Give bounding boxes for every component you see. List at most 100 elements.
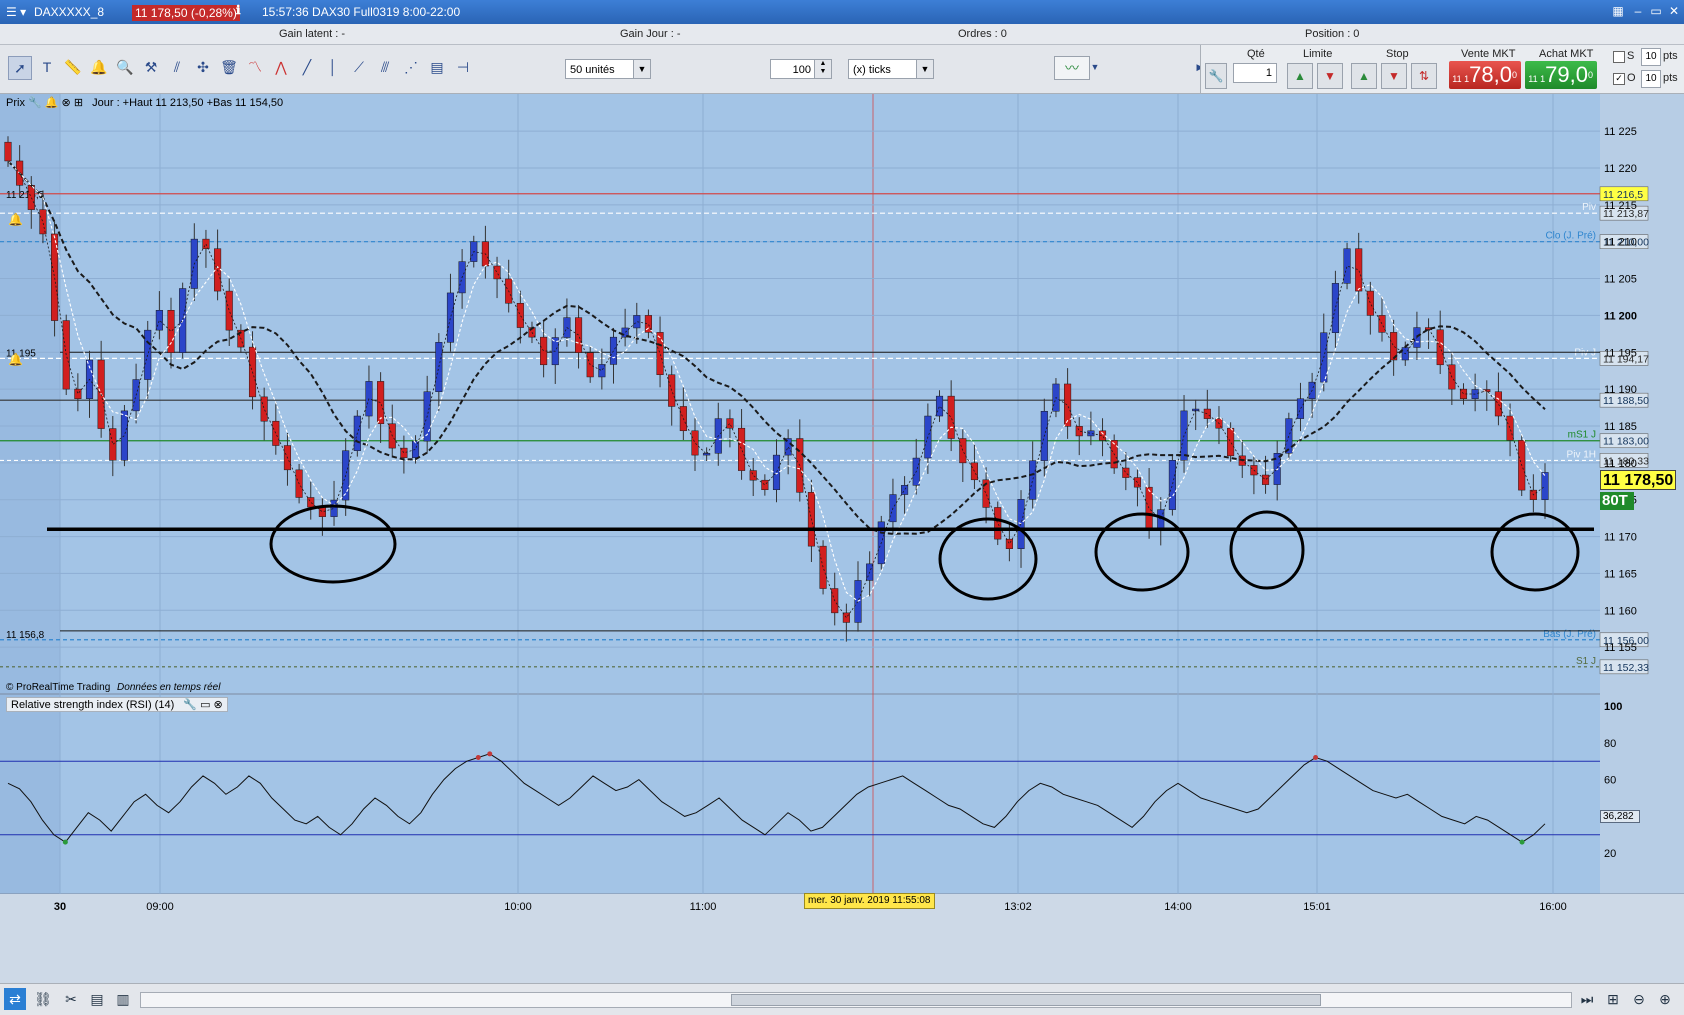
fibonacci-icon[interactable]: 〽 (244, 56, 266, 78)
candle-body (819, 545, 827, 589)
rsi-panel-label[interactable]: Relative strength index (RSI) (14) (11, 699, 174, 711)
orders-count[interactable]: Ordres : 0 (958, 28, 1007, 40)
candle-body (39, 209, 47, 235)
pointer-icon[interactable]: ➚ (8, 56, 32, 80)
wrench-icon[interactable]: 🔧 (28, 97, 42, 109)
ticks-select[interactable]: (x) ticks ▼ (848, 59, 934, 79)
chart-area[interactable]: 11 216,5 11 213,87 Piv 11 210,00 Clo (J. Pré… (0, 94, 1684, 984)
text-tool-icon[interactable]: T (36, 56, 58, 78)
rsi-current-value: 36,282 (1600, 810, 1640, 823)
fan-icon[interactable]: ⋰ (400, 56, 422, 78)
info-icon[interactable]: ℹ (236, 3, 241, 17)
ruler-icon[interactable]: 📏 (62, 56, 84, 78)
zoom-in-icon[interactable]: ⊕ (1654, 988, 1676, 1010)
ray-icon[interactable]: ⟋ (348, 56, 370, 78)
wrench-icon[interactable]: 🔧 (1205, 63, 1227, 89)
layout-icon[interactable]: ▦ (1610, 3, 1626, 19)
chevron-down-icon[interactable]: ▼ (1088, 56, 1102, 78)
channel-icon[interactable]: ⫽ (166, 56, 188, 78)
stepper-arrows-icon[interactable]: ▲ ▼ (814, 60, 831, 78)
close-icon[interactable]: ⊗ (62, 97, 71, 109)
candle-body (691, 430, 699, 456)
ticks-select-value: (x) ticks (853, 64, 891, 76)
stop-limit-button[interactable]: ⇅ (1411, 63, 1437, 89)
horizontal-line-icon[interactable]: ⊣ (452, 56, 474, 78)
pattern-icon[interactable]: ⋀ (270, 56, 292, 78)
close-icon[interactable]: ⊗ (214, 699, 223, 711)
stop-buy-button[interactable]: ▲ (1351, 63, 1377, 89)
objective-checkbox[interactable]: ✓ (1613, 73, 1625, 85)
objective-pts-input[interactable]: 10 (1641, 70, 1661, 88)
candle-body (633, 315, 641, 329)
minimize-icon[interactable]: – (1630, 3, 1646, 19)
scroll-right-end-icon[interactable]: ⏭ (1576, 988, 1598, 1010)
x-tick-label: 10:00 (504, 901, 532, 913)
instrument-name[interactable]: DAXXXXX_8 (34, 5, 104, 19)
stop-pts-input[interactable]: 10 (1641, 48, 1661, 66)
copyright-text: © ProRealTime Trading (6, 682, 111, 693)
window-icon[interactable]: ▭ (200, 699, 210, 711)
columns-icon[interactable]: ▥ (112, 988, 134, 1010)
gain-jour: Gain Jour : - (620, 28, 681, 40)
candle-body (1366, 290, 1374, 316)
limit-sell-button[interactable]: ▼ (1317, 63, 1343, 89)
link-icon[interactable]: ⛓ (32, 988, 54, 1010)
share-icon[interactable]: ⇄ (4, 988, 26, 1010)
buy-market-button[interactable]: 11 179,00 (1525, 61, 1597, 89)
candle-body (1261, 474, 1270, 485)
add-indicator-icon[interactable]: ⊞ (74, 97, 83, 109)
y-tick-label: 11 170 (1604, 532, 1637, 544)
candle-body (738, 427, 746, 471)
ticks-stepper[interactable]: 100 ▲ ▼ (770, 59, 832, 79)
y-tick-label: 11 200 (1604, 310, 1637, 322)
chevron-down-icon: ▼ (916, 60, 933, 78)
scrollbar-thumb[interactable] (731, 994, 1321, 1006)
stop-checkbox[interactable] (1613, 51, 1625, 63)
table-icon[interactable]: ▤ (86, 988, 108, 1010)
stop-sell-button[interactable]: ▼ (1381, 63, 1407, 89)
candle-body (493, 265, 501, 280)
alert-bell-icon[interactable]: 🔔 (88, 56, 110, 78)
scissors-icon[interactable]: ✂ (60, 988, 82, 1010)
candle-body (959, 438, 967, 464)
chart-background (0, 94, 1684, 984)
candle-body (120, 410, 128, 461)
candle-body (1494, 391, 1502, 417)
limit-buy-button[interactable]: ▲ (1287, 63, 1313, 89)
zoom-fit-icon[interactable]: ⊞ (1602, 988, 1624, 1010)
trash-icon[interactable]: 🗑 (218, 56, 240, 78)
parallel-icon[interactable]: ⫻ (374, 56, 396, 78)
x-tick-label: 14:00 (1164, 901, 1192, 913)
wrench-icon[interactable]: 🔧 (183, 699, 197, 711)
x-tick-label: 16:00 (1539, 901, 1567, 913)
qty-input[interactable]: 1 (1233, 63, 1277, 83)
zoom-icon[interactable]: 🔍 (114, 56, 136, 78)
magic-icon[interactable]: ⚒ (140, 56, 162, 78)
alert-bell-icon: 🔔 (8, 353, 23, 367)
zoom-out-icon[interactable]: ⊖ (1628, 988, 1650, 1010)
time-scrollbar[interactable] (140, 992, 1572, 1008)
buy-mkt-label: Achat MKT (1539, 48, 1594, 60)
sell-price: 78,0 (1469, 62, 1512, 87)
vertical-line-icon[interactable]: │ (322, 56, 344, 78)
candle-body (155, 310, 163, 331)
units-select[interactable]: 50 unités ▼ (565, 59, 651, 79)
level-tag: Bas (J. Pré) (1543, 629, 1596, 640)
price-chart[interactable]: 11 216,511 213,87Piv11 210,00Clo (J. Pré… (0, 94, 1684, 984)
price-panel-label[interactable]: Prix (6, 97, 25, 109)
chart-settings-icon[interactable]: ▤ (426, 56, 448, 78)
crosshair-icon[interactable]: ✣ (192, 56, 214, 78)
position-count[interactable]: Position : 0 (1305, 28, 1359, 40)
candle-body (901, 485, 909, 495)
pts-label: pts (1663, 50, 1678, 62)
indicator-menu-icon[interactable]: 〰 (1054, 56, 1090, 80)
maximize-icon[interactable]: ▭ (1648, 3, 1664, 19)
y-tick-label: 11 225 (1604, 126, 1637, 138)
sell-market-button[interactable]: 11 178,00 (1449, 61, 1521, 89)
trendline-icon[interactable]: ╱ (296, 56, 318, 78)
y-tick-label: 11 185 (1604, 421, 1637, 433)
window-menu-icon[interactable]: ☰ ▾ (6, 5, 26, 19)
alert-icon[interactable]: 🔔 (45, 97, 59, 109)
close-icon[interactable]: ✕ (1666, 3, 1682, 19)
stop-label: Stop (1386, 48, 1409, 60)
